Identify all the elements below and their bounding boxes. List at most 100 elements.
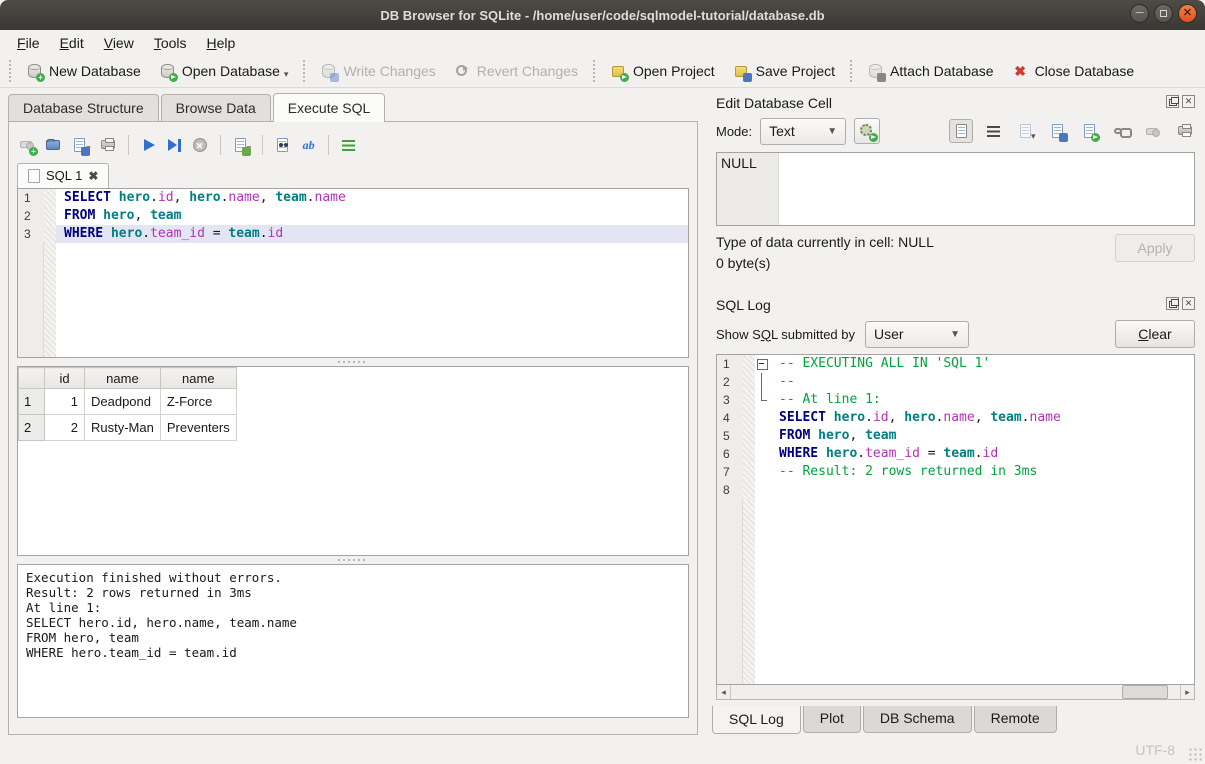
menu-view[interactable]: View (95, 32, 143, 54)
left-pane: Database Structure Browse Data Execute S… (0, 88, 702, 736)
window-controls: ─ ✕ (1130, 4, 1197, 23)
format-sql-icon[interactable] (340, 137, 357, 154)
export-data-icon[interactable] (1077, 119, 1101, 143)
print-cell-icon[interactable] (1173, 119, 1197, 143)
execute-current-line-icon[interactable] (166, 137, 183, 154)
sql-log-view[interactable]: 1-- EXECUTING ALL IN 'SQL 1'2--3-- At li… (716, 354, 1195, 685)
execute-all-icon[interactable] (140, 137, 157, 154)
sql-log-dock-header: SQL Log ✕ (712, 294, 1197, 316)
new-database-button[interactable]: + New Database (18, 59, 149, 84)
text-mode-icon[interactable] (949, 119, 973, 143)
resize-grip[interactable] (1188, 747, 1202, 761)
vertical-splitter[interactable] (702, 88, 710, 736)
auto-completion-icon[interactable]: ab (300, 137, 317, 154)
right-pane: Edit Database Cell ✕ Mode: Text▼ ▾ (710, 88, 1205, 736)
table-cell[interactable]: 1 (45, 389, 85, 415)
table-corner-header[interactable] (19, 368, 45, 389)
sql-file-icon (28, 169, 40, 183)
save-sql-file-button[interactable]: ▾ (71, 137, 91, 154)
save-project-icon (733, 63, 750, 80)
table-cell[interactable]: Deadpond (85, 389, 161, 415)
titlebar[interactable]: DB Browser for SQLite - /home/user/code/… (0, 0, 1205, 30)
tab-plot[interactable]: Plot (803, 706, 861, 733)
table-cell[interactable]: 2 (45, 415, 85, 441)
close-button[interactable]: ✕ (1178, 4, 1197, 23)
menu-file[interactable]: File (8, 32, 49, 54)
save-results-button[interactable]: ▾ (232, 137, 252, 154)
tab-db-schema[interactable]: DB Schema (863, 706, 972, 733)
toolbar-grip (848, 60, 854, 82)
print-icon[interactable] (100, 137, 117, 154)
tab-browse-data[interactable]: Browse Data (161, 94, 271, 122)
find-icon[interactable] (274, 137, 291, 154)
maximize-button[interactable] (1154, 4, 1173, 23)
toolbar-grip (591, 60, 597, 82)
table-row[interactable]: 22Rusty-ManPreventers (19, 415, 237, 441)
tab-database-structure[interactable]: Database Structure (8, 94, 159, 122)
apply-button: Apply (1115, 234, 1195, 262)
row-header[interactable]: 1 (19, 389, 45, 415)
table-cell[interactable]: Z-Force (160, 389, 236, 415)
save-project-button[interactable]: Save Project (725, 59, 843, 84)
open-sql-file-icon[interactable] (45, 137, 62, 154)
tab-sql-log[interactable]: SQL Log (712, 706, 801, 734)
open-database-dropdown-icon[interactable]: ▾ (284, 69, 289, 80)
column-header[interactable]: name (85, 368, 161, 389)
column-header[interactable]: id (45, 368, 85, 389)
results-grid[interactable]: idnamename11DeadpondZ-Force22Rusty-ManPr… (17, 366, 689, 556)
cell-value-editor[interactable]: NULL (716, 152, 1195, 226)
execution-status-log[interactable]: Execution finished without errors.Result… (17, 564, 689, 718)
mode-select[interactable]: Text▼ (760, 118, 846, 145)
menu-tools[interactable]: Tools (145, 32, 196, 54)
open-database-button[interactable]: Open Database ▾ (151, 59, 297, 84)
close-sql-tab-icon[interactable]: ✖ (88, 169, 98, 183)
cell-mode-row: Mode: Text▼ ▾ (712, 114, 1197, 148)
filter-label: Show SQL submitted by (716, 327, 855, 342)
sql-log-code[interactable]: 1-- EXECUTING ALL IN 'SQL 1'2--3-- At li… (717, 355, 1194, 499)
tab-execute-sql[interactable]: Execute SQL (273, 93, 386, 122)
results-table[interactable]: idnamename11DeadpondZ-Force22Rusty-ManPr… (18, 367, 237, 441)
submitted-by-select[interactable]: User▼ (865, 321, 969, 348)
scroll-left-icon[interactable]: ◂ (717, 685, 731, 699)
horizontal-scrollbar[interactable]: ◂ ▸ (716, 685, 1195, 700)
column-header[interactable]: name (160, 368, 236, 389)
table-cell[interactable]: Rusty-Man (85, 415, 161, 441)
attach-database-icon (867, 63, 884, 80)
close-dock-icon[interactable]: ✕ (1182, 95, 1195, 108)
scroll-right-icon[interactable]: ▸ (1180, 685, 1194, 699)
word-wrap-icon[interactable] (981, 119, 1005, 143)
row-header[interactable]: 2 (19, 415, 45, 441)
table-row[interactable]: 11DeadpondZ-Force (19, 389, 237, 415)
sql-editor[interactable]: 1SELECT hero.id, hero.name, team.name2FR… (17, 188, 689, 358)
edit-cell-title: Edit Database Cell (716, 95, 832, 111)
horizontal-splitter[interactable] (17, 358, 689, 366)
new-sql-tab-icon[interactable]: + (19, 137, 36, 154)
attach-database-button[interactable]: Attach Database (859, 59, 1002, 84)
write-changes-button: Write Changes (312, 59, 443, 84)
sql-tab[interactable]: SQL 1 ✖ (17, 163, 109, 188)
save-data-icon[interactable] (1045, 119, 1069, 143)
float-dock-icon[interactable] (1166, 297, 1179, 310)
open-project-button[interactable]: Open Project (602, 59, 723, 84)
link-data-icon[interactable] (1109, 119, 1133, 143)
table-cell[interactable]: Preventers (160, 415, 236, 441)
minimize-button[interactable]: ─ (1130, 4, 1149, 23)
close-dock-icon[interactable]: ✕ (1182, 297, 1195, 310)
clear-button[interactable]: Clear (1115, 320, 1195, 348)
scrollbar-thumb[interactable] (1122, 685, 1168, 699)
statusbar: UTF-8 (0, 736, 1205, 764)
mode-label: Mode: (716, 124, 752, 139)
auto-switch-mode-button[interactable] (854, 118, 880, 144)
tab-remote[interactable]: Remote (974, 706, 1057, 733)
write-changes-icon (320, 63, 337, 80)
float-dock-icon[interactable] (1166, 95, 1179, 108)
horizontal-splitter[interactable] (17, 556, 689, 564)
sql-editor-code[interactable]: 1SELECT hero.id, hero.name, team.name2FR… (18, 189, 688, 243)
menu-help[interactable]: Help (198, 32, 245, 54)
scrollbar-track[interactable] (731, 685, 1180, 699)
close-database-button[interactable]: ✖ Close Database (1004, 59, 1143, 84)
menu-edit[interactable]: Edit (51, 32, 93, 54)
import-data-icon: ▾ (1013, 119, 1037, 143)
sql-log-filter-row: Show SQL submitted by User▼ Clear (712, 316, 1197, 352)
sql-log-title: SQL Log (716, 297, 771, 313)
